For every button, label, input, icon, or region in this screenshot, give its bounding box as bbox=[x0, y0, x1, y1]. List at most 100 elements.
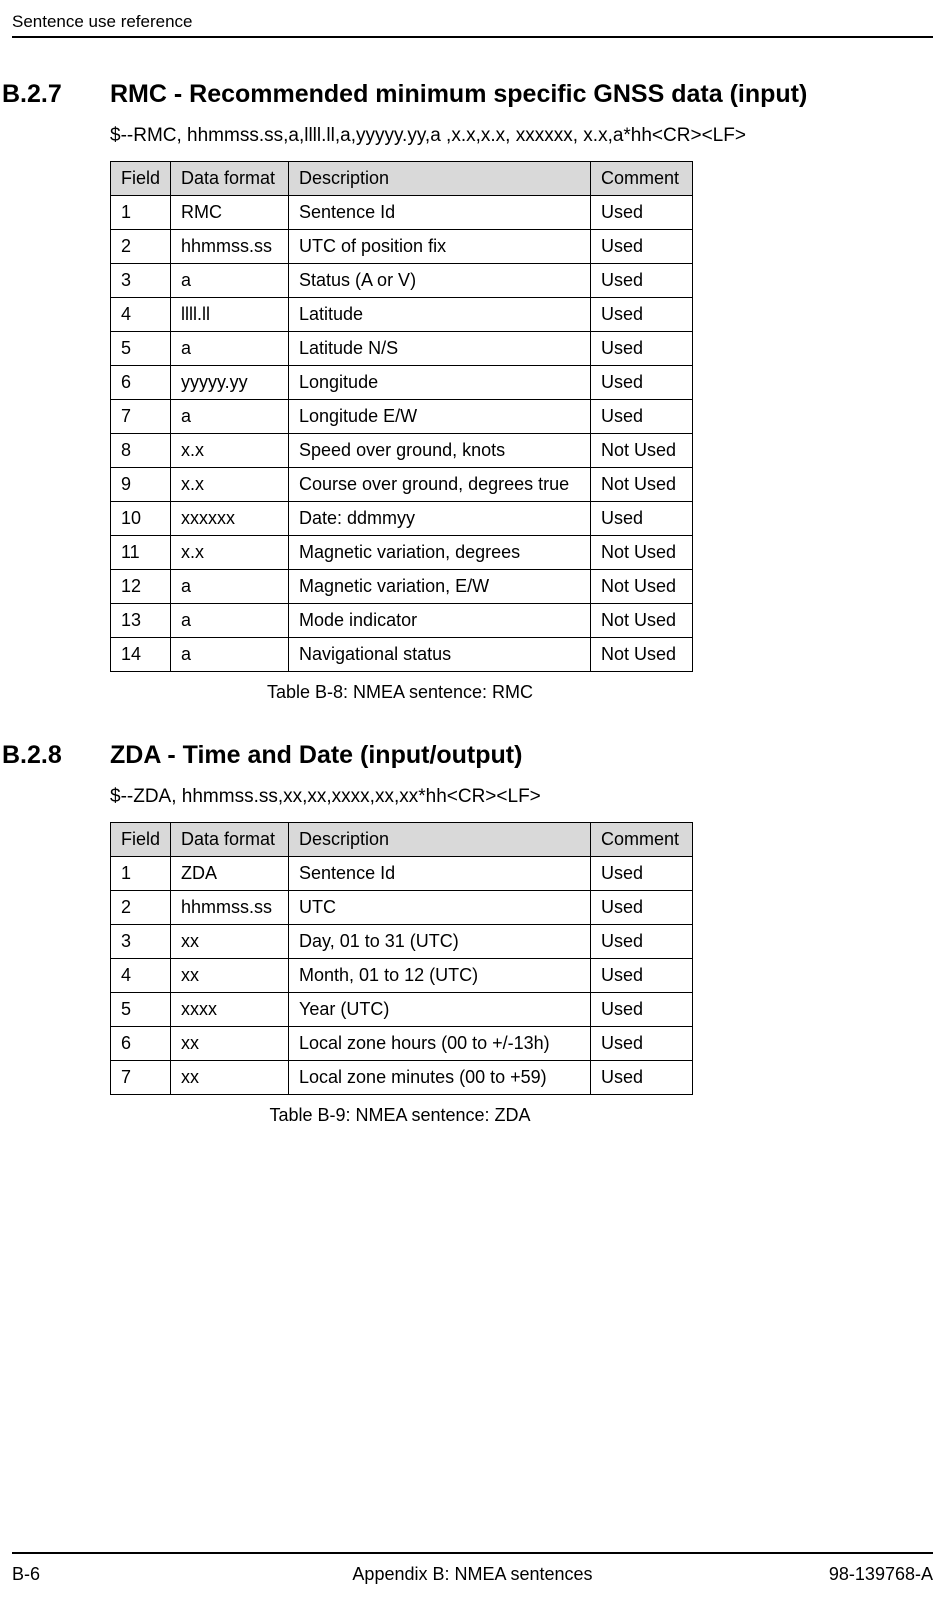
cell-fmt: hhmmss.ss bbox=[171, 891, 289, 925]
col-format: Data format bbox=[171, 162, 289, 196]
cell-cm: Not Used bbox=[591, 638, 693, 672]
cell-cm: Used bbox=[591, 1061, 693, 1095]
cell-f: 14 bbox=[111, 638, 171, 672]
cell-f: 10 bbox=[111, 502, 171, 536]
cell-desc: Local zone minutes (00 to +59) bbox=[289, 1061, 591, 1095]
section-title: ZDA - Time and Date (input/output) bbox=[110, 741, 522, 770]
table-row: 12aMagnetic variation, E/WNot Used bbox=[111, 570, 693, 604]
cell-cm: Used bbox=[591, 959, 693, 993]
cell-f: 8 bbox=[111, 434, 171, 468]
table-row: 3aStatus (A or V)Used bbox=[111, 264, 693, 298]
cell-f: 5 bbox=[111, 993, 171, 1027]
cell-fmt: a bbox=[171, 264, 289, 298]
cell-cm: Used bbox=[591, 1027, 693, 1061]
cell-cm: Used bbox=[591, 502, 693, 536]
cell-fmt: a bbox=[171, 332, 289, 366]
cell-cm: Used bbox=[591, 857, 693, 891]
cell-fmt: xxxxxx bbox=[171, 502, 289, 536]
cell-desc: Longitude bbox=[289, 366, 591, 400]
section-number: B.2.8 bbox=[0, 741, 110, 770]
section-heading: B.2.8 ZDA - Time and Date (input/output) bbox=[0, 741, 925, 770]
cell-f: 1 bbox=[111, 857, 171, 891]
cell-cm: Used bbox=[591, 332, 693, 366]
cell-f: 2 bbox=[111, 891, 171, 925]
table-row: 2hhmmss.ssUTC of position fixUsed bbox=[111, 230, 693, 264]
cell-desc: Magnetic variation, degrees bbox=[289, 536, 591, 570]
cell-fmt: x.x bbox=[171, 468, 289, 502]
table-row: 9x.xCourse over ground, degrees trueNot … bbox=[111, 468, 693, 502]
table-row: 4llll.llLatitudeUsed bbox=[111, 298, 693, 332]
table-row: 1RMCSentence IdUsed bbox=[111, 196, 693, 230]
cell-cm: Not Used bbox=[591, 434, 693, 468]
running-header-text: Sentence use reference bbox=[12, 12, 193, 31]
col-description: Description bbox=[289, 162, 591, 196]
cell-fmt: xx bbox=[171, 925, 289, 959]
cell-fmt: ZDA bbox=[171, 857, 289, 891]
table-row: 7aLongitude E/WUsed bbox=[111, 400, 693, 434]
cell-desc: UTC bbox=[289, 891, 591, 925]
cell-fmt: a bbox=[171, 400, 289, 434]
cell-fmt: yyyyy.yy bbox=[171, 366, 289, 400]
zda-table: Field Data format Description Comment 1Z… bbox=[110, 822, 693, 1095]
running-header: Sentence use reference bbox=[12, 12, 933, 38]
page-footer: B-6 Appendix B: NMEA sentences 98-139768… bbox=[12, 1552, 933, 1585]
cell-desc: Sentence Id bbox=[289, 196, 591, 230]
cell-cm: Not Used bbox=[591, 604, 693, 638]
cell-desc: Day, 01 to 31 (UTC) bbox=[289, 925, 591, 959]
cell-f: 2 bbox=[111, 230, 171, 264]
footer-title: Appendix B: NMEA sentences bbox=[12, 1564, 933, 1585]
table-row: 5xxxxYear (UTC)Used bbox=[111, 993, 693, 1027]
col-field: Field bbox=[111, 823, 171, 857]
cell-f: 5 bbox=[111, 332, 171, 366]
cell-cm: Used bbox=[591, 925, 693, 959]
sentence-format: $--RMC, hhmmss.ss,a,llll.ll,a,yyyyy.yy,a… bbox=[110, 125, 925, 147]
table-row: 8x.xSpeed over ground, knotsNot Used bbox=[111, 434, 693, 468]
cell-desc: Mode indicator bbox=[289, 604, 591, 638]
cell-desc: Magnetic variation, E/W bbox=[289, 570, 591, 604]
col-comment: Comment bbox=[591, 823, 693, 857]
cell-desc: Sentence Id bbox=[289, 857, 591, 891]
cell-desc: UTC of position fix bbox=[289, 230, 591, 264]
table-header-row: Field Data format Description Comment bbox=[111, 162, 693, 196]
cell-desc: Local zone hours (00 to +/-13h) bbox=[289, 1027, 591, 1061]
table-row: 13aMode indicatorNot Used bbox=[111, 604, 693, 638]
sentence-format: $--ZDA, hhmmss.ss,xx,xx,xxxx,xx,xx*hh<CR… bbox=[110, 786, 925, 808]
cell-f: 4 bbox=[111, 298, 171, 332]
section-title: RMC - Recommended minimum specific GNSS … bbox=[110, 80, 807, 109]
col-field: Field bbox=[111, 162, 171, 196]
cell-cm: Used bbox=[591, 400, 693, 434]
cell-f: 7 bbox=[111, 400, 171, 434]
rmc-table: Field Data format Description Comment 1R… bbox=[110, 161, 693, 672]
table-row: 1ZDASentence IdUsed bbox=[111, 857, 693, 891]
cell-cm: Used bbox=[591, 993, 693, 1027]
cell-desc: Longitude E/W bbox=[289, 400, 591, 434]
cell-f: 12 bbox=[111, 570, 171, 604]
cell-fmt: xx bbox=[171, 1027, 289, 1061]
col-format: Data format bbox=[171, 823, 289, 857]
cell-desc: Latitude bbox=[289, 298, 591, 332]
cell-desc: Speed over ground, knots bbox=[289, 434, 591, 468]
cell-cm: Used bbox=[591, 891, 693, 925]
rmc-table-body: 1RMCSentence IdUsed2hhmmss.ssUTC of posi… bbox=[111, 196, 693, 672]
col-description: Description bbox=[289, 823, 591, 857]
table-caption: Table B-9: NMEA sentence: ZDA bbox=[110, 1105, 690, 1126]
cell-cm: Used bbox=[591, 264, 693, 298]
table-row: 5aLatitude N/SUsed bbox=[111, 332, 693, 366]
table-row: 14aNavigational statusNot Used bbox=[111, 638, 693, 672]
cell-f: 9 bbox=[111, 468, 171, 502]
cell-desc: Month, 01 to 12 (UTC) bbox=[289, 959, 591, 993]
table-row: 10xxxxxxDate: ddmmyyUsed bbox=[111, 502, 693, 536]
table-header-row: Field Data format Description Comment bbox=[111, 823, 693, 857]
cell-cm: Not Used bbox=[591, 468, 693, 502]
section-number: B.2.7 bbox=[0, 80, 110, 109]
cell-fmt: a bbox=[171, 638, 289, 672]
cell-cm: Not Used bbox=[591, 536, 693, 570]
table-row: 7xxLocal zone minutes (00 to +59)Used bbox=[111, 1061, 693, 1095]
cell-fmt: llll.ll bbox=[171, 298, 289, 332]
cell-f: 11 bbox=[111, 536, 171, 570]
section-heading: B.2.7 RMC - Recommended minimum specific… bbox=[0, 80, 925, 109]
col-comment: Comment bbox=[591, 162, 693, 196]
cell-f: 6 bbox=[111, 366, 171, 400]
cell-fmt: a bbox=[171, 570, 289, 604]
cell-f: 13 bbox=[111, 604, 171, 638]
